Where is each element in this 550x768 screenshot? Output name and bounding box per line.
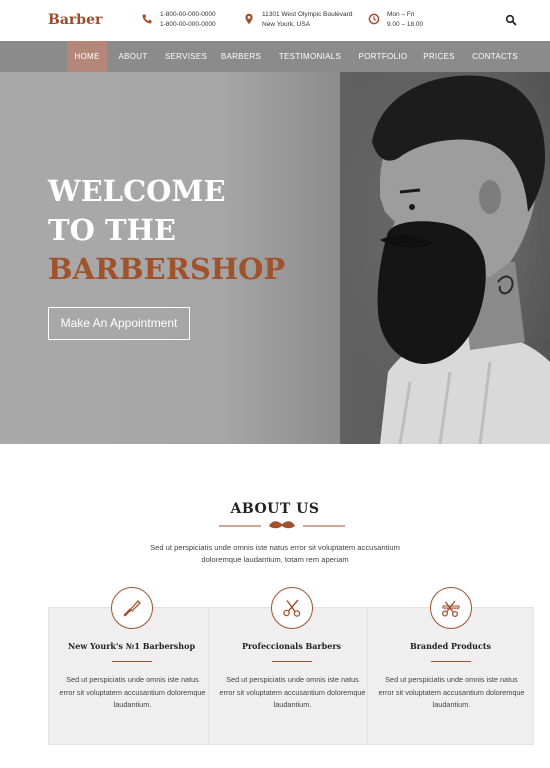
nav-item-barbers[interactable]: BARBERS <box>218 41 264 72</box>
address-line-2: New Yourk, USA <box>262 21 311 28</box>
hero-title-line-2: TO THE <box>48 213 177 247</box>
nav-item-home[interactable]: HOME <box>67 41 107 72</box>
card-title: New Yourk's №1 Barbershop <box>67 641 196 651</box>
scissors-comb-icon <box>441 600 459 618</box>
mustache-icon <box>269 521 295 529</box>
search-icon[interactable] <box>505 14 517 26</box>
nav-item-contacts[interactable]: CONTACTS <box>466 41 524 72</box>
main-nav: HOME ABOUT SERVISES BARBERS TESTIMONIALS… <box>0 41 550 72</box>
nav-item-portfolio[interactable]: PORTFOLIO <box>355 41 411 72</box>
card-icon-circle <box>110 587 153 629</box>
card-text: Sed ut perspiciatis unde omnis iste natu… <box>219 675 366 709</box>
nav-item-prices[interactable]: PRICES <box>420 41 458 72</box>
feature-card: Branded Products Sed ut perspiciatis und… <box>367 587 534 745</box>
phone-line-1: 1-800-00-000-0000 <box>160 11 216 18</box>
card-title: Profeccionals Barbers <box>241 641 342 651</box>
hero-title-line-3: BARBERSHOP <box>48 252 286 286</box>
location-pin-icon <box>245 13 253 25</box>
card-divider <box>430 661 471 662</box>
hours-info: Mon – Fri 9.00 – 18.00 <box>368 10 423 30</box>
feature-card: Profeccionals Barbers Sed ut perspiciati… <box>208 587 375 745</box>
hero-title-line-1: WELCOME <box>48 174 226 208</box>
bearded-man-image <box>340 72 550 444</box>
top-bar: Barber 1-800-00-000-0000 1-800-00-000-00… <box>0 0 550 41</box>
nav-item-servises[interactable]: SERVISES <box>162 41 210 72</box>
razor-icon <box>123 600 141 617</box>
clock-icon <box>368 13 380 25</box>
phone-info: 1-800-00-000-0000 1-800-00-000-0000 <box>141 10 216 30</box>
mustache-divider <box>219 521 345 529</box>
logo[interactable]: Barber <box>48 12 102 28</box>
phone-icon <box>142 14 152 24</box>
nav-item-about[interactable]: ABOUT <box>114 41 152 72</box>
card-text: Sed ut perspiciatis unde omnis iste natu… <box>378 675 525 709</box>
card-title: Branded Products <box>409 641 492 651</box>
card-text: Sed ut perspiciatis unde omnis iste natu… <box>59 675 206 709</box>
card-divider <box>271 661 312 662</box>
card-icon-circle <box>429 587 472 629</box>
card-icon-circle <box>270 587 313 629</box>
hero-banner: WELCOME TO THE BARBERSHOP Make An Appoin… <box>0 72 550 444</box>
nav-item-testimonials[interactable]: TESTIMONIALS <box>276 41 344 72</box>
make-appointment-button[interactable]: Make An Appointment <box>48 307 190 340</box>
feature-card: New Yourk's №1 Barbershop Sed ut perspic… <box>48 587 215 745</box>
scissors-icon <box>282 599 300 617</box>
hero-title: WELCOME TO THE BARBERSHOP <box>48 172 285 289</box>
about-description: Sed ut perspiciatis unde omnis iste natu… <box>150 543 400 564</box>
card-divider <box>111 661 152 662</box>
about-title: ABOUT US <box>230 501 320 517</box>
address-info: 11301 West Olympic Boulevard New Yourk, … <box>243 10 352 30</box>
phone-line-2: 1-800-00-000-0000 <box>160 21 216 28</box>
hours-line-1: Mon – Fri <box>387 11 415 18</box>
hours-line-2: 9.00 – 18.00 <box>387 21 424 28</box>
address-line-1: 11301 West Olympic Boulevard <box>262 11 353 18</box>
